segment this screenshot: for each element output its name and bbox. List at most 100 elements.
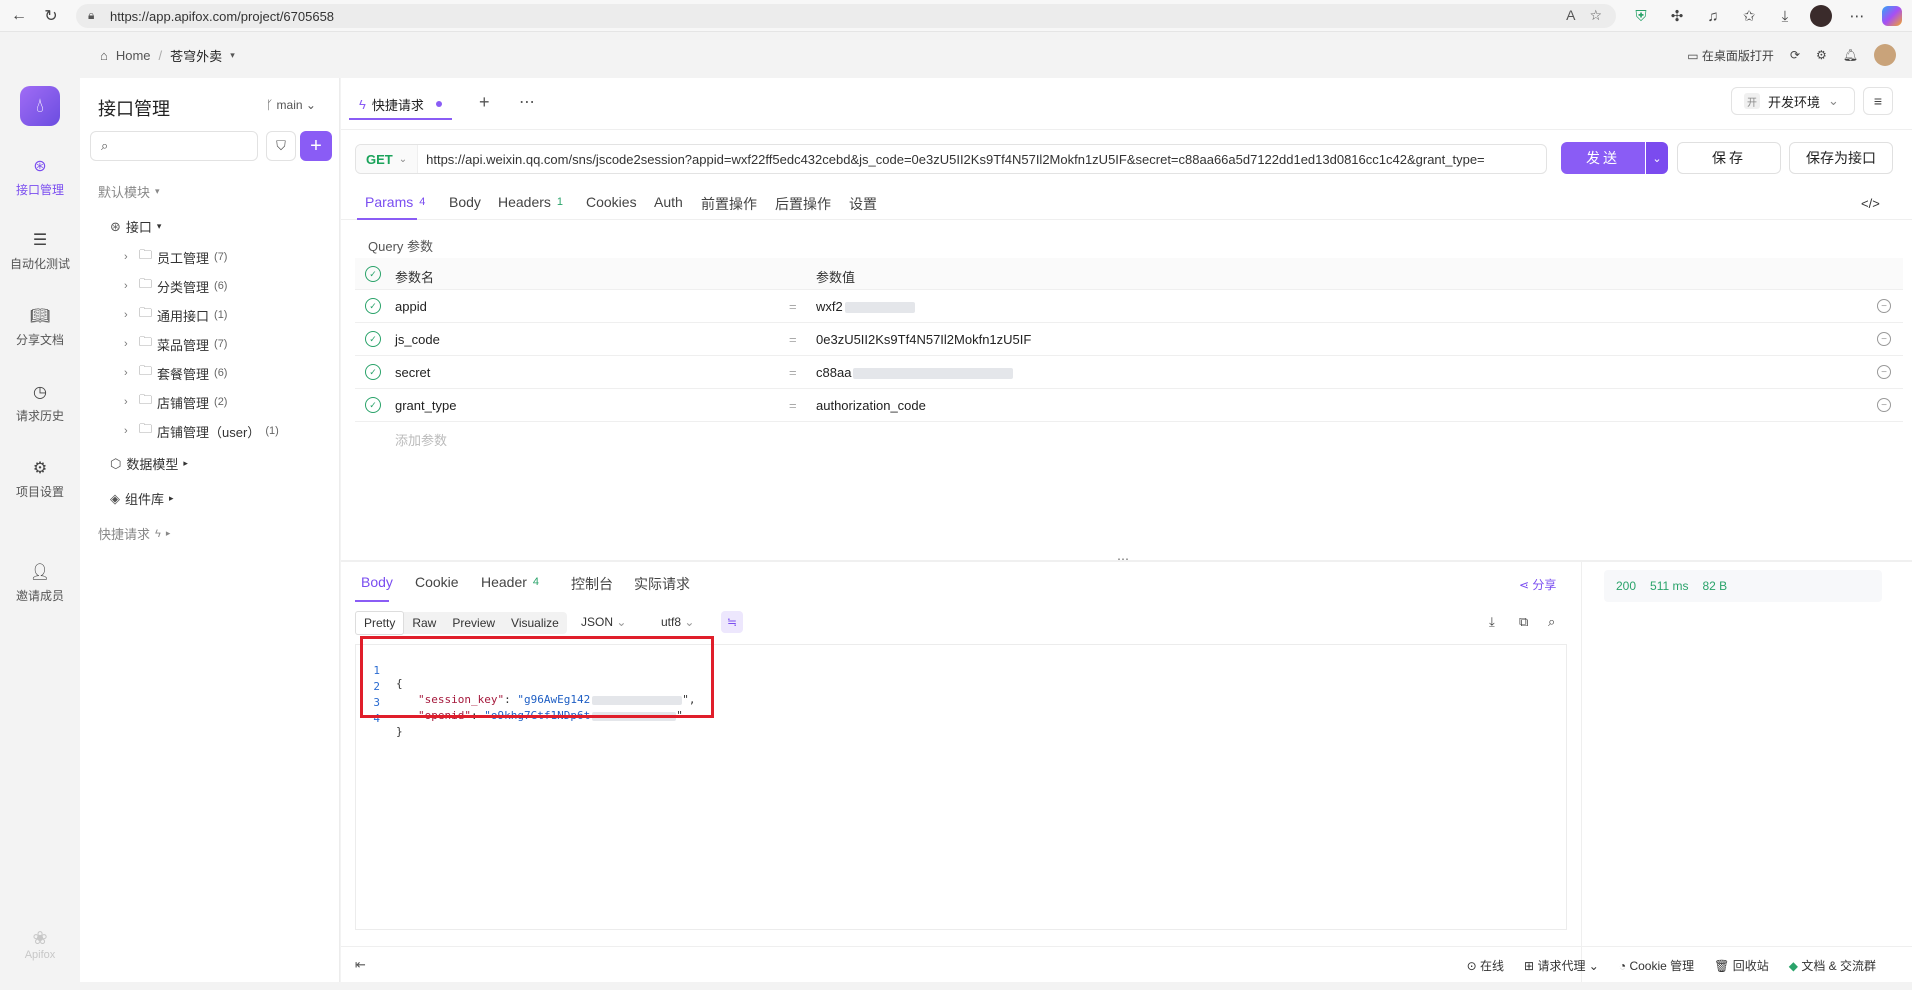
add-button[interactable]: +: [300, 131, 332, 161]
select-all-checkbox[interactable]: ✓: [365, 266, 381, 282]
tab-response-header[interactable]: Header 4: [481, 574, 539, 590]
tab-response-cookie[interactable]: Cookie: [415, 574, 459, 590]
tab-post-processors[interactable]: 后置操作: [775, 194, 831, 214]
param-checkbox[interactable]: ✓: [365, 397, 381, 413]
tab-console[interactable]: 控制台: [571, 574, 613, 594]
code-icon[interactable]: </>: [1861, 196, 1880, 211]
puzzle-extensions-icon[interactable]: ✣: [1666, 5, 1688, 27]
param-name[interactable]: appid: [395, 299, 427, 314]
param-checkbox[interactable]: ✓: [365, 364, 381, 380]
tab-headers[interactable]: Headers 1: [498, 194, 563, 210]
hamburger-menu-icon[interactable]: ≡: [1863, 87, 1893, 115]
user-avatar[interactable]: [1874, 44, 1896, 66]
shield-extension-icon[interactable]: ⛨: [1630, 5, 1652, 27]
tree-quick-request[interactable]: 快捷请求 ϟ ▸: [98, 524, 170, 543]
format-pretty[interactable]: Pretty: [355, 611, 405, 635]
tab-settings[interactable]: 设置: [849, 194, 877, 214]
tab-cookies[interactable]: Cookies: [586, 194, 637, 210]
tree-folder[interactable]: › 🗀 套餐管理 (6): [124, 362, 227, 384]
sync-icon[interactable]: ⟳: [1790, 48, 1800, 62]
encoding-select[interactable]: utf8 ⌄: [661, 615, 694, 629]
back-icon[interactable]: ←: [6, 3, 32, 29]
param-name[interactable]: js_code: [395, 332, 440, 347]
home-icon[interactable]: ⌂: [100, 48, 108, 63]
tree-interfaces[interactable]: ⊛ 接口 ▾: [110, 217, 161, 236]
request-proxy[interactable]: ⊞ 请求代理 ⌄: [1524, 957, 1599, 974]
rail-item-share-docs[interactable]: 📖︎ 分享文档: [0, 306, 80, 348]
tree-folder[interactable]: › 🗀 菜品管理 (7): [124, 333, 227, 355]
read-aloud-icon[interactable]: A: [1566, 7, 1575, 24]
format-preview[interactable]: Preview: [444, 612, 503, 634]
remove-param-icon[interactable]: −: [1877, 398, 1891, 412]
param-value[interactable]: c88aa: [816, 365, 1014, 380]
tab-pre-processors[interactable]: 前置操作: [701, 194, 757, 214]
save-as-api-button[interactable]: 保存为接口: [1789, 142, 1893, 174]
rail-item-history[interactable]: ◷ 请求历史: [0, 382, 80, 424]
rail-item-invite[interactable]: 👤︎ 邀请成员: [0, 562, 80, 604]
tab-auth[interactable]: Auth: [654, 194, 683, 210]
cookie-manager[interactable]: ◔ Cookie 管理: [1619, 957, 1694, 974]
branch-selector[interactable]: ᚴ main ⌄: [266, 98, 316, 112]
format-type-select[interactable]: JSON ⌄: [581, 615, 626, 629]
tree-folder[interactable]: › 🗀 通用接口 (1): [124, 304, 227, 326]
format-raw[interactable]: Raw: [404, 612, 444, 634]
save-button[interactable]: 保存: [1677, 142, 1781, 174]
tab-body[interactable]: Body: [449, 194, 481, 210]
tree-default-module[interactable]: 默认模块 ▾: [98, 182, 160, 201]
more-menu-icon[interactable]: ⋯: [1846, 5, 1868, 27]
music-extension-icon[interactable]: ♫: [1702, 5, 1724, 27]
tree-folder[interactable]: › 🗀 分类管理 (6): [124, 275, 227, 297]
param-value[interactable]: wxf2: [816, 299, 915, 314]
tree-components[interactable]: ◈ 组件库 ▸: [110, 489, 174, 508]
wrap-lines-icon[interactable]: ≒: [721, 611, 743, 633]
rail-item-automation[interactable]: ☰ 自动化测试: [0, 230, 80, 272]
param-checkbox[interactable]: ✓: [365, 298, 381, 314]
send-dropdown-icon[interactable]: ⌄: [1646, 142, 1668, 174]
search-icon[interactable]: ⌕: [1548, 614, 1555, 630]
favorite-star-icon[interactable]: ☆: [1589, 7, 1602, 24]
environment-selector[interactable]: 开 开发环境 ⌄: [1731, 87, 1855, 115]
format-visualize[interactable]: Visualize: [503, 612, 567, 634]
remove-param-icon[interactable]: −: [1877, 365, 1891, 379]
tab-params[interactable]: Params 4: [365, 194, 425, 210]
more-icon[interactable]: ⋯: [519, 92, 535, 112]
copilot-icon[interactable]: [1882, 6, 1902, 26]
param-checkbox[interactable]: ✓: [365, 331, 381, 347]
tree-folder[interactable]: › 🗀 店铺管理（user） (1): [124, 420, 279, 442]
address-bar[interactable]: 🔒︎ https://app.apifox.com/project/670565…: [76, 4, 1616, 28]
send-button[interactable]: 发送: [1561, 142, 1645, 174]
method-selector[interactable]: GET ⌄: [356, 145, 419, 173]
recycle-bin[interactable]: 🗑︎ 回收站: [1714, 957, 1769, 974]
share-button[interactable]: ⋖ 分享: [1519, 576, 1556, 593]
tree-folder[interactable]: › 🗀 员工管理 (7): [124, 246, 227, 268]
download-icon[interactable]: ⤓: [1774, 5, 1796, 27]
tree-search-input[interactable]: ⌕: [90, 131, 258, 161]
param-value[interactable]: 0e3zU5II2Ks9Tf4N57Il2Mokfn1zU5IF: [816, 332, 1031, 347]
open-desktop-button[interactable]: ▭ 在桌面版打开: [1687, 47, 1774, 64]
add-param-placeholder[interactable]: 添加参数: [395, 430, 447, 449]
bell-icon[interactable]: 🔔︎: [1843, 48, 1858, 62]
tree-folder[interactable]: › 🗀 店铺管理 (2): [124, 391, 227, 413]
profile-avatar[interactable]: [1810, 5, 1832, 27]
reload-icon[interactable]: ↻: [38, 3, 64, 29]
remove-param-icon[interactable]: −: [1877, 332, 1891, 346]
copy-icon[interactable]: ⧉: [1519, 614, 1528, 630]
tree-data-models[interactable]: ⬡ 数据模型 ▸: [110, 454, 188, 473]
param-name[interactable]: grant_type: [395, 398, 456, 413]
filter-button[interactable]: ⛉: [266, 131, 296, 161]
download-icon[interactable]: ⤓: [1489, 614, 1495, 630]
tab-quick-request[interactable]: ϟ 快捷请求: [349, 90, 452, 120]
rail-item-project-settings[interactable]: ⚙ 项目设置: [0, 458, 80, 500]
favorites-icon[interactable]: ✩: [1738, 5, 1760, 27]
url-input[interactable]: GET ⌄ https://api.weixin.qq.com/sns/jsco…: [355, 144, 1547, 174]
collapse-sidebar-icon[interactable]: ⇤: [355, 957, 366, 973]
tab-response-body[interactable]: Body: [361, 574, 393, 590]
param-name[interactable]: secret: [395, 365, 430, 380]
url-text[interactable]: https://api.weixin.qq.com/sns/jscode2ses…: [418, 152, 1485, 167]
caret-down-icon[interactable]: ▾: [230, 50, 235, 61]
tab-actual-request[interactable]: 实际请求: [634, 574, 690, 594]
param-value[interactable]: authorization_code: [816, 398, 926, 413]
settings-gear-icon[interactable]: ⚙: [1816, 48, 1827, 62]
rail-item-api-management[interactable]: ⊛ 接口管理: [0, 156, 80, 198]
docs-community[interactable]: ◆ 文档 & 交流群: [1789, 957, 1876, 974]
